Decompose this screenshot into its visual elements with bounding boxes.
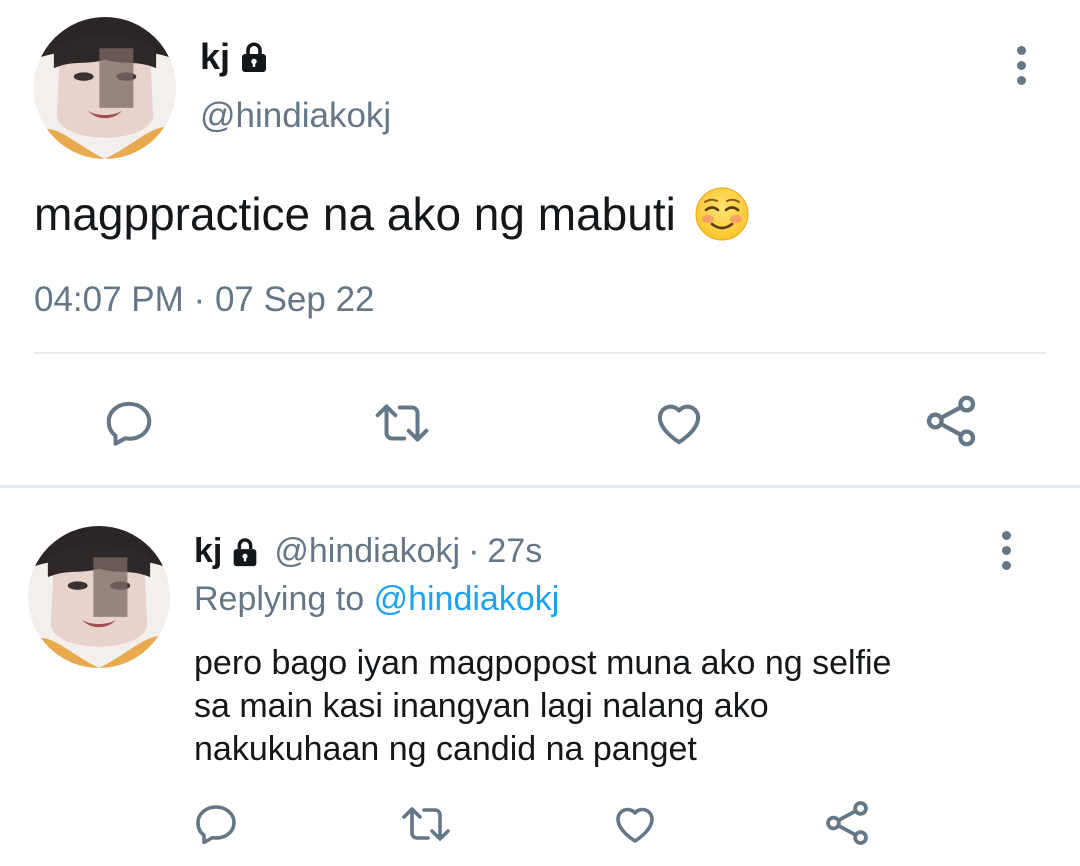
share-icon[interactable] [922, 392, 980, 450]
replying-to-link[interactable]: @hindiakokj [374, 580, 560, 618]
tweet-text-content: magppractice na ako ng mabuti [34, 188, 676, 240]
lock-icon [236, 39, 272, 75]
handle[interactable]: @hindiakokj [200, 96, 391, 136]
main-tweet: kj @hindiakokj magppractice na ako ng ma… [0, 0, 1080, 484]
tweet-date: 07 Sep 22 [214, 280, 375, 319]
divider [34, 352, 1046, 354]
tweet-text-line: nakukuhaan ng candid na panget [194, 730, 697, 768]
more-vertical-icon[interactable] [1011, 35, 1031, 95]
display-name[interactable]: kj [200, 36, 272, 78]
avatar[interactable] [34, 17, 176, 159]
more-vertical-icon[interactable] [996, 520, 1016, 580]
tweet-text: magppractice na ako ng mabuti [34, 186, 750, 242]
tweet-time: 04:07 PM [34, 280, 184, 319]
tweet-text-line: sa main kasi inangyan lagi nalang ako [194, 687, 769, 725]
tweet-thread: kj @hindiakokj magppractice na ako ng ma… [0, 0, 1080, 866]
reply-icon[interactable] [192, 800, 240, 848]
replying-to-label: Replying to [194, 580, 365, 618]
display-name[interactable]: kj [194, 532, 222, 571]
lock-icon [228, 535, 262, 569]
retweet-icon[interactable] [398, 800, 454, 848]
heart-icon[interactable] [611, 800, 659, 848]
retweet-icon[interactable] [371, 396, 433, 450]
tweet-text: pero bago iyan magpopost muna ako ng sel… [194, 642, 1034, 771]
reply-icon[interactable] [102, 396, 156, 450]
reply-header: kj @hindiakokj · 27s [194, 532, 542, 571]
tweet-age[interactable]: 27s [487, 532, 542, 571]
meta-separator: · [468, 532, 480, 570]
meta-separator: · [193, 280, 206, 319]
timestamp[interactable]: 04:07 PM · 07 Sep 22 [34, 280, 375, 320]
tweet-text-line: pero bago iyan magpopost muna ako ng sel… [194, 644, 892, 682]
heart-icon[interactable] [652, 396, 706, 450]
smiling-face-emoji [694, 186, 750, 242]
display-name-text: kj [200, 36, 231, 77]
section-divider [0, 485, 1080, 488]
share-icon[interactable] [822, 798, 872, 848]
handle[interactable]: @hindiakokj [274, 532, 460, 571]
avatar[interactable] [28, 526, 170, 668]
replying-to: Replying to @hindiakokj [194, 580, 559, 619]
